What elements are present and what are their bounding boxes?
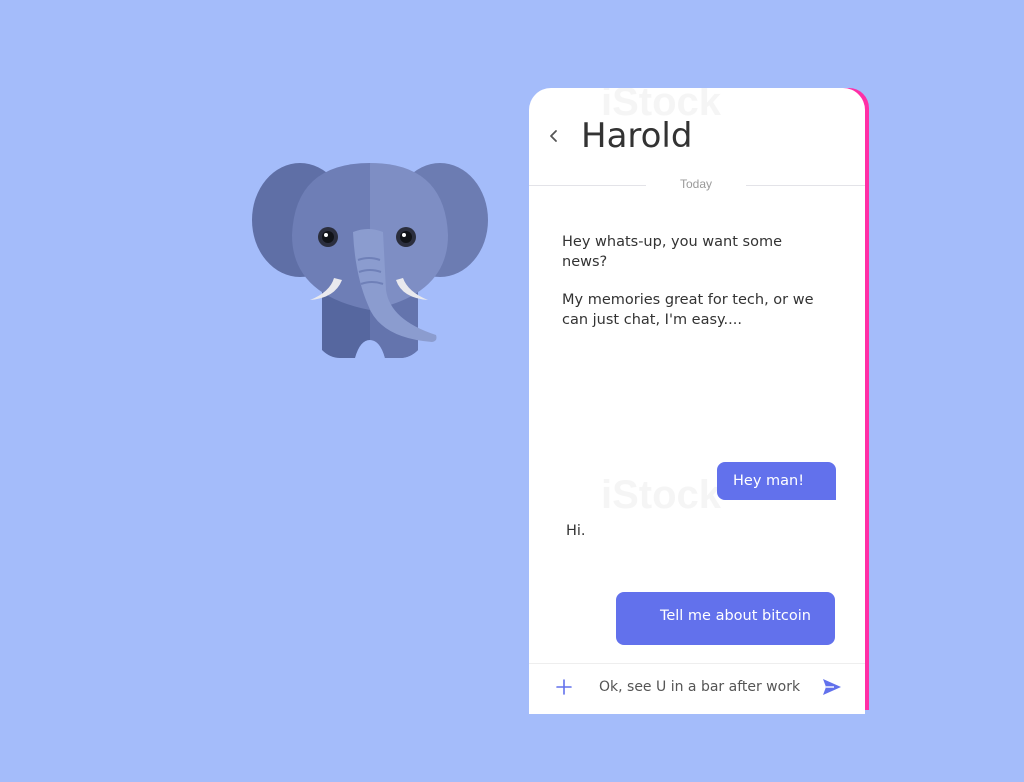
message-text: My memories great for tech, or we can ju…: [562, 292, 814, 328]
elephant-illustration: [252, 163, 488, 358]
date-label: Today: [679, 177, 713, 191]
message-composer: [529, 663, 865, 714]
contact-name: Harold: [581, 116, 693, 156]
date-divider: Today: [529, 177, 865, 191]
message-input[interactable]: [599, 674, 819, 700]
plus-icon[interactable]: [555, 678, 573, 696]
chat-window: iStock iStock Harold Today Hey whats-up,…: [529, 88, 865, 714]
outgoing-message: Tell me about bitcoin: [616, 592, 835, 645]
outgoing-message: Hey man!: [717, 462, 836, 500]
incoming-message: Hi.: [566, 523, 586, 539]
incoming-message: Hey whats-up, you want some news? My mem…: [562, 232, 820, 330]
chevron-left-icon[interactable]: [547, 126, 561, 146]
divider-line: [529, 185, 646, 186]
watermark: iStock: [601, 473, 722, 517]
send-icon[interactable]: [822, 678, 842, 696]
message-text: Hey whats-up, you want some news?: [562, 234, 782, 270]
divider-line: [746, 185, 865, 186]
chat-header: Harold: [529, 88, 865, 172]
